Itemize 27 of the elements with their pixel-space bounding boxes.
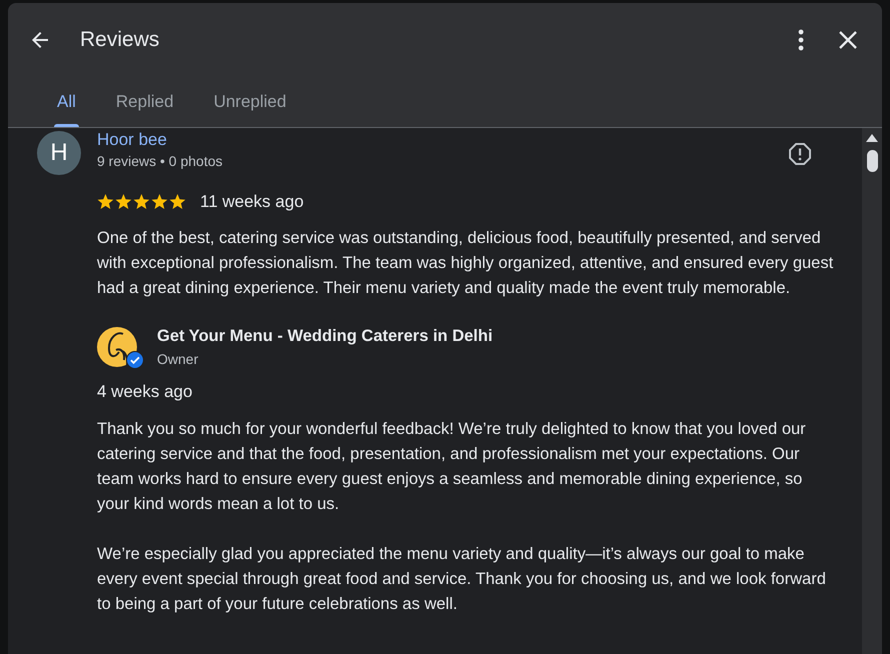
star-icon	[133, 194, 150, 210]
review-time: 11 weeks ago	[200, 192, 304, 212]
reply-text: Thank you so much for your wonderful feedback! We’re truly delighted to know that you loved our catering service and that the food, presentation, and professionalism met your expectations. Our team works hard to ensure every guest enjoys a seamless and memorable dining experience, so your kind words mean a lot to us.	[97, 419, 807, 515]
reviewer-name[interactable]: Hoor bee	[97, 130, 167, 150]
dialog-title: Reviews	[80, 28, 160, 52]
report-icon[interactable]	[788, 142, 812, 166]
star-icon	[115, 194, 132, 210]
filter-tab[interactable]: All	[42, 77, 91, 127]
filter-tab[interactable]: Replied	[100, 77, 189, 127]
star-icon	[97, 194, 114, 210]
scroll-up-icon[interactable]	[866, 134, 878, 142]
more-options-button[interactable]	[798, 29, 804, 51]
close-icon	[838, 30, 858, 50]
filter-tab[interactable]: Unreplied	[198, 77, 302, 127]
reply-text: We’re especially glad you appreciated the menu variety and quality—it’s always our goal to make every event special through great food and service. Thank you for choosing us, and we look forward to being a part of your future celebrations as well.	[97, 544, 827, 615]
star-icon	[169, 194, 186, 210]
close-button[interactable]	[838, 30, 858, 50]
review-text: One of the best, catering service was outstanding, delicious food, beautifully presented, and served with exceptional professionalism. The team was highly organized, attentive, and ensured every guest had a great dining experience. Their menu variety and quality made the event truly memorable.	[97, 228, 834, 299]
reviewer-stats: 9 reviews • 0 photos	[97, 153, 224, 169]
reply-time: 4 weeks ago	[97, 382, 194, 402]
owner-label: Owner	[157, 351, 200, 367]
user-avatar: H	[37, 131, 81, 175]
owner-name: Get Your Menu - Wedding Caterers in Delhi	[157, 327, 493, 346]
scrollbar-thumb[interactable]	[866, 150, 878, 172]
business-logo	[97, 325, 137, 369]
more-options-icon	[798, 29, 804, 51]
star-icon	[151, 194, 168, 210]
